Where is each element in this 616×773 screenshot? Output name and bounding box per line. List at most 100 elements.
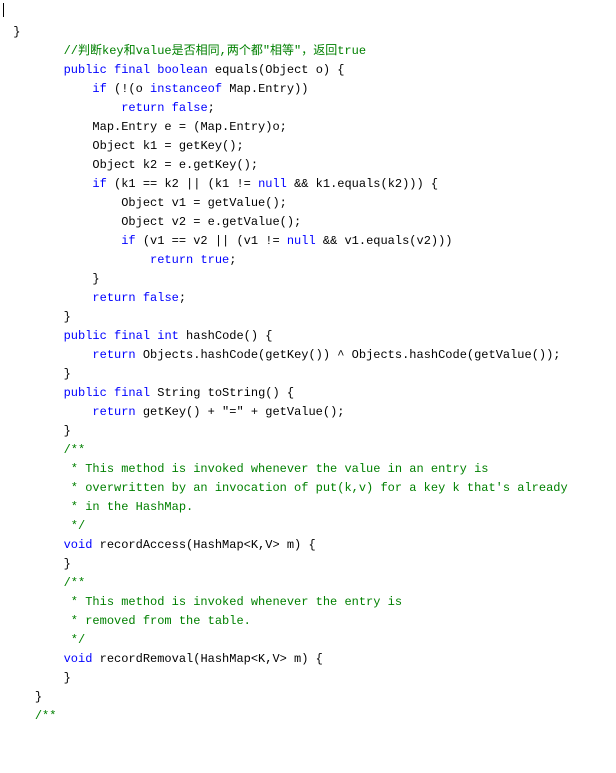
code-token: null bbox=[258, 177, 287, 191]
code-token: } bbox=[64, 310, 71, 324]
code-line: Map.Entry e = (Map.Entry)o; bbox=[6, 118, 610, 137]
code-token: final bbox=[114, 63, 150, 77]
code-token: } bbox=[6, 25, 20, 39]
code-token: hashCode() { bbox=[179, 329, 273, 343]
code-line: Object k2 = e.getKey(); bbox=[6, 156, 610, 175]
code-token: return bbox=[150, 253, 193, 267]
code-token: Object k2 = e.getKey(); bbox=[92, 158, 258, 172]
code-token: } bbox=[64, 557, 71, 571]
code-line: Object v1 = getValue(); bbox=[6, 194, 610, 213]
code-line: /** bbox=[6, 441, 610, 460]
code-line: return false; bbox=[6, 289, 610, 308]
code-token: Object v2 = e.getValue(); bbox=[121, 215, 301, 229]
code-line: } bbox=[6, 270, 610, 289]
code-token: && v1.equals(v2))) bbox=[316, 234, 453, 248]
code-token: null bbox=[287, 234, 316, 248]
code-token: true bbox=[200, 253, 229, 267]
code-token: if bbox=[92, 177, 106, 191]
code-token: public bbox=[64, 386, 107, 400]
code-line: return Objects.hashCode(getKey()) ^ Obje… bbox=[6, 346, 610, 365]
code-token: * in the HashMap. bbox=[64, 500, 194, 514]
code-token: if bbox=[92, 82, 106, 96]
code-token: } bbox=[92, 272, 99, 286]
code-line: public final String toString() { bbox=[6, 384, 610, 403]
code-token: void bbox=[64, 538, 93, 552]
code-token bbox=[107, 63, 114, 77]
code-token: Map.Entry)) bbox=[222, 82, 308, 96]
code-token: instanceof bbox=[150, 82, 222, 96]
code-token: (k1 == k2 || (k1 != bbox=[107, 177, 258, 191]
code-token: ; bbox=[179, 291, 186, 305]
code-token bbox=[107, 329, 114, 343]
code-line: * overwritten by an invocation of put(k,… bbox=[6, 479, 610, 498]
code-token bbox=[164, 101, 171, 115]
code-token: recordRemoval(HashMap<K,V> m) { bbox=[92, 652, 322, 666]
code-line: public final boolean equals(Object o) { bbox=[6, 61, 610, 80]
code-token: Object v1 = getValue(); bbox=[121, 196, 287, 210]
code-line: void recordAccess(HashMap<K,V> m) { bbox=[6, 536, 610, 555]
code-token: (v1 == v2 || (v1 != bbox=[136, 234, 287, 248]
code-line: return false; bbox=[6, 99, 610, 118]
code-token: * overwritten by an invocation of put(k,… bbox=[64, 481, 568, 495]
code-token: void bbox=[64, 652, 93, 666]
code-token: /** bbox=[35, 709, 57, 723]
code-token: * This method is invoked whenever the en… bbox=[64, 595, 402, 609]
code-token: false bbox=[172, 101, 208, 115]
code-line: Object k1 = getKey(); bbox=[6, 137, 610, 156]
code-token: */ bbox=[64, 519, 86, 533]
code-line: Object v2 = e.getValue(); bbox=[6, 213, 610, 232]
code-token bbox=[107, 386, 114, 400]
code-token bbox=[136, 291, 143, 305]
code-token: } bbox=[64, 367, 71, 381]
code-token: ; bbox=[229, 253, 236, 267]
code-token: int bbox=[157, 329, 179, 343]
code-line: } bbox=[6, 669, 610, 688]
code-token: public bbox=[64, 63, 107, 77]
code-token: * removed from the table. bbox=[64, 614, 251, 628]
code-line: if (v1 == v2 || (v1 != null && v1.equals… bbox=[6, 232, 610, 251]
code-line: * This method is invoked whenever the va… bbox=[6, 460, 610, 479]
code-token: recordAccess(HashMap<K,V> m) { bbox=[92, 538, 315, 552]
code-token: } bbox=[35, 690, 42, 704]
code-line: } bbox=[6, 308, 610, 327]
code-token: boolean bbox=[157, 63, 207, 77]
code-line: * removed from the table. bbox=[6, 612, 610, 631]
code-token: final bbox=[114, 329, 150, 343]
code-token: false bbox=[143, 291, 179, 305]
code-lines: } //判断key和value是否相同,两个都"相等"，返回true publi… bbox=[6, 23, 610, 726]
code-line: /** bbox=[6, 707, 610, 726]
code-line: void recordRemoval(HashMap<K,V> m) { bbox=[6, 650, 610, 669]
code-line: } bbox=[6, 555, 610, 574]
code-token: Objects.hashCode(getKey()) ^ Objects.has… bbox=[136, 348, 561, 362]
code-line: //判断key和value是否相同,两个都"相等"，返回true bbox=[6, 42, 610, 61]
code-token: /** bbox=[64, 443, 86, 457]
code-block: } //判断key和value是否相同,两个都"相等"，返回true publi… bbox=[0, 0, 616, 730]
code-token: (!(o bbox=[107, 82, 150, 96]
code-token: return bbox=[121, 101, 164, 115]
code-token: if bbox=[121, 234, 135, 248]
code-token: Map.Entry e = (Map.Entry)o; bbox=[92, 120, 286, 134]
code-token: } bbox=[64, 424, 71, 438]
code-token: equals(Object o) { bbox=[208, 63, 345, 77]
code-line: public final int hashCode() { bbox=[6, 327, 610, 346]
code-token: * This method is invoked whenever the va… bbox=[64, 462, 489, 476]
code-token: && k1.equals(k2))) { bbox=[287, 177, 438, 191]
code-token: Object k1 = getKey(); bbox=[92, 139, 243, 153]
code-line: } bbox=[6, 365, 610, 384]
code-line: if (k1 == k2 || (k1 != null && k1.equals… bbox=[6, 175, 610, 194]
code-token: return bbox=[92, 348, 135, 362]
code-line: } bbox=[6, 688, 610, 707]
code-token: return bbox=[92, 405, 135, 419]
code-line: * in the HashMap. bbox=[6, 498, 610, 517]
code-token: String toString() { bbox=[150, 386, 294, 400]
code-token: } bbox=[64, 671, 71, 685]
code-line: */ bbox=[6, 517, 610, 536]
code-token: /** bbox=[64, 576, 86, 590]
text-cursor bbox=[3, 3, 4, 17]
code-token: public bbox=[64, 329, 107, 343]
code-token: //判断key和value是否相同,两个都"相等"，返回true bbox=[64, 44, 366, 58]
code-token: ; bbox=[208, 101, 215, 115]
code-line: * This method is invoked whenever the en… bbox=[6, 593, 610, 612]
code-line: return true; bbox=[6, 251, 610, 270]
code-line: } bbox=[6, 23, 610, 42]
